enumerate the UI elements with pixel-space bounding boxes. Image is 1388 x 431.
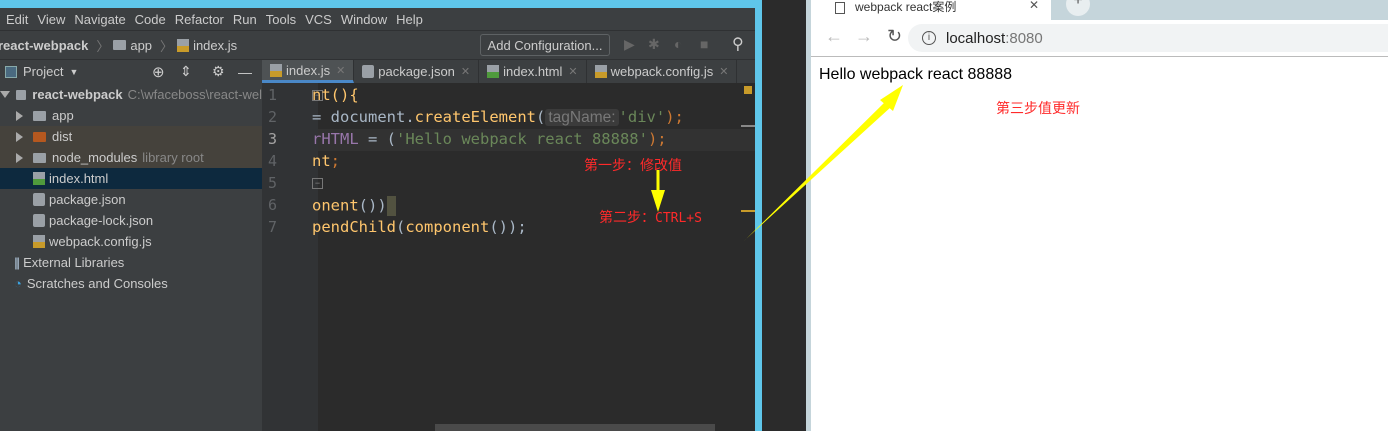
arrow-step3	[744, 101, 892, 241]
arrow-head	[651, 190, 665, 212]
annotation-arrows	[651, 85, 903, 241]
